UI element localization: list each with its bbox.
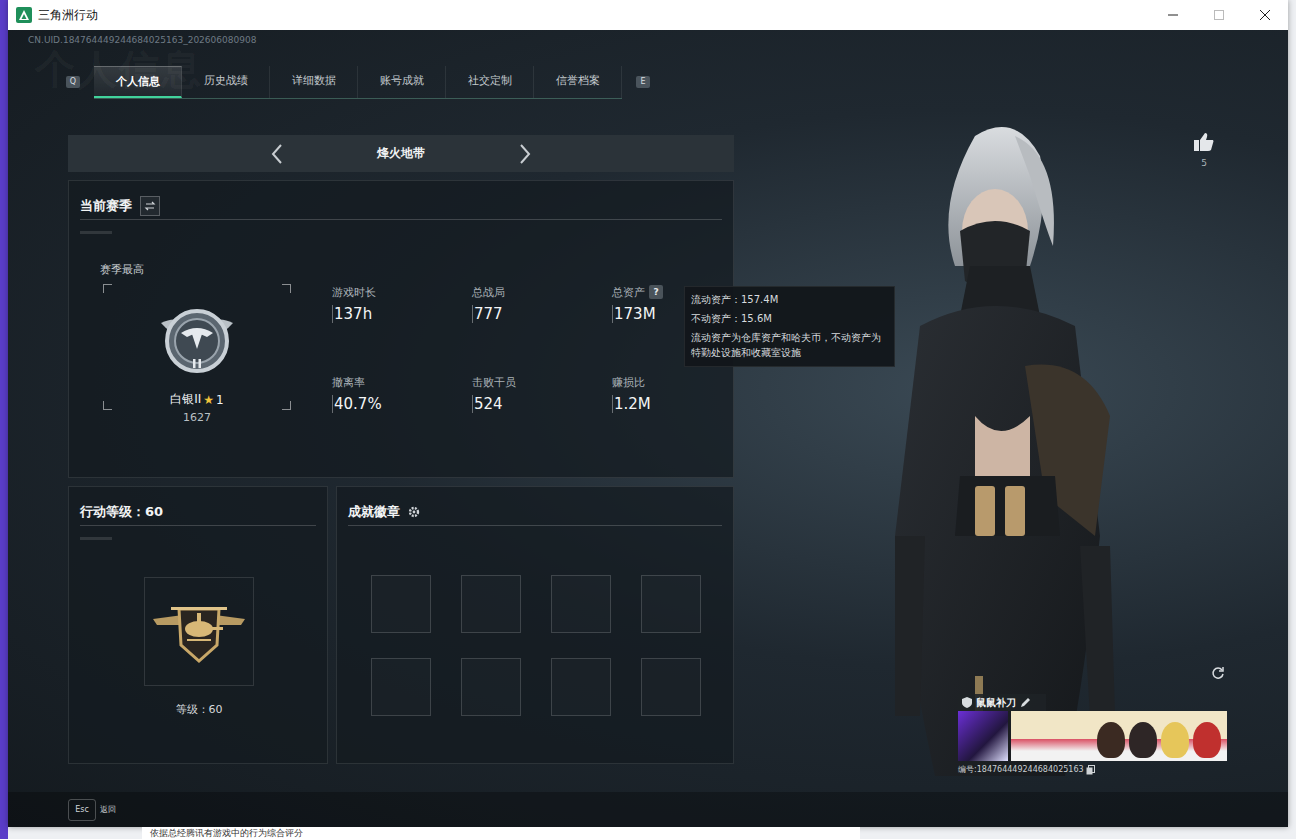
stat-label: 总战局 <box>472 284 612 300</box>
badge-slot[interactable] <box>371 575 431 633</box>
switch-button[interactable] <box>140 196 160 216</box>
tooltip-line: 流动资产为仓库资产和哈夫币，不动资产为特勤处设施和收藏室设施 <box>691 330 888 360</box>
level-badge <box>144 577 254 686</box>
swap-icon <box>144 200 156 212</box>
stat-value: 524 <box>472 395 612 413</box>
panel-title: 当前赛季 <box>80 197 132 215</box>
main-column: 烽火地带 当前赛季 赛季最高 白银II★1 1627 游戏时长 137h总战局 … <box>68 135 734 764</box>
stat-value: 137h <box>332 305 472 323</box>
level-panel: 行动等级：60 等级：60 <box>68 486 328 764</box>
banner-picture <box>1011 711 1227 761</box>
tooltip-line: 流动资产：157.4M <box>691 292 888 307</box>
mode-label: 烽火地带 <box>377 145 425 162</box>
prev-tab-key[interactable]: Q <box>66 76 80 88</box>
stat-item: 撤离率 40.7% <box>332 374 472 464</box>
avatar-picture <box>958 711 1008 761</box>
uid-label: CN.UID.184764449244684025163_20260608090… <box>8 30 1288 50</box>
badges-panel: 成就徽章 <box>336 486 734 764</box>
tab[interactable]: 详细数据 <box>270 66 358 98</box>
badge-slot[interactable] <box>461 658 521 716</box>
asset-tooltip: 流动资产：157.4M 不动资产：15.6M 流动资产为仓库资产和哈夫币，不动资产为… <box>684 286 895 367</box>
rank-name: 白银II★1 <box>170 391 223 408</box>
player-name-row: 鼠鼠补刀 <box>958 694 1046 711</box>
stat-label: 赚损比 <box>612 374 722 390</box>
tab[interactable]: 账号成就 <box>358 66 446 98</box>
panel-header: 行动等级：60 <box>80 499 316 526</box>
tooltip-line: 不动资产：15.6M <box>691 311 888 326</box>
window-title: 三角洲行动 <box>38 7 98 24</box>
stat-value: 40.7% <box>332 395 472 413</box>
decor-bar <box>80 537 112 540</box>
stat-item: 击败干员 524 <box>472 374 612 464</box>
tab[interactable]: 社交定制 <box>446 66 534 98</box>
copy-icon[interactable] <box>1086 765 1095 775</box>
badge-slot[interactable] <box>371 658 431 716</box>
stat-value: 777 <box>472 305 612 323</box>
thumbs-up-icon <box>1193 132 1215 152</box>
panel-title: 行动等级：60 <box>80 503 163 521</box>
chevron-left-icon[interactable] <box>269 142 285 166</box>
player-id: 编号:184764449244684025163 <box>958 764 1227 775</box>
stat-item: 赚损比 1.2M <box>612 374 722 464</box>
badge-slot[interactable] <box>641 658 701 716</box>
badge-slot[interactable] <box>551 658 611 716</box>
like-button[interactable]: 5 <box>1193 132 1215 168</box>
tab[interactable]: 个人信息 <box>94 66 182 98</box>
rank-points: 1627 <box>103 411 291 424</box>
shield-icon <box>962 697 972 708</box>
tab[interactable]: 历史战绩 <box>182 66 270 98</box>
stats-grid: 游戏时长 137h总战局 777总资产 ? 173M撤离率 40.7%击败干员 … <box>332 284 722 464</box>
player-name: 鼠鼠补刀 <box>976 696 1016 710</box>
gear-icon[interactable] <box>408 506 420 518</box>
back-label[interactable]: 返回 <box>100 804 116 815</box>
panel-header: 当前赛季 <box>80 193 722 220</box>
level-caption: 等级：60 <box>69 702 329 717</box>
stat-value: 1.2M <box>612 395 722 413</box>
maximize-icon[interactable] <box>1196 0 1242 30</box>
silver-rank-emblem-icon <box>157 301 237 377</box>
game-content: 个人信息 CN.UID.184764449244684025163_202606… <box>8 30 1288 827</box>
best-label: 赛季最高 <box>100 262 289 277</box>
card-banner <box>958 711 1227 761</box>
chevron-right-icon[interactable] <box>517 142 533 166</box>
decor-bar <box>80 231 112 234</box>
rank-frame: 白银II★1 <box>103 284 291 410</box>
game-window: 三角洲行动 个人信息 CN.UID.184764449244684025163_… <box>8 0 1288 827</box>
tab-bar: Q 个人信息历史战绩详细数据账号成就社交定制信誉档案 E <box>66 67 1288 97</box>
badge-slot[interactable] <box>641 575 701 633</box>
rank-block: 赛季最高 白银II★1 1627 <box>89 262 289 464</box>
player-card: 鼠鼠补刀 编号:184764449244684025163 <box>958 694 1227 775</box>
star-mark: ★ <box>203 393 214 407</box>
panel-title: 成就徽章 <box>348 503 400 521</box>
background-window: 依据总经腾讯有游戏中的行为综合评分 <box>142 827 860 839</box>
stat-label: 击败干员 <box>472 374 612 390</box>
season-panel: 当前赛季 赛季最高 白银II★1 1627 游戏时长 137h总战局 777总资… <box>68 180 734 478</box>
app-logo-icon <box>16 7 32 23</box>
footer-bar: Esc 返回 <box>8 792 1288 827</box>
mode-selector: 烽火地带 <box>68 135 734 172</box>
close-icon[interactable] <box>1242 0 1288 30</box>
stat-label: 游戏时长 <box>332 284 472 300</box>
tab[interactable]: 信誉档案 <box>534 66 622 98</box>
badge-slot[interactable] <box>461 575 521 633</box>
minimize-icon[interactable] <box>1150 0 1196 30</box>
refresh-icon[interactable] <box>1211 666 1225 680</box>
back-key[interactable]: Esc <box>68 799 96 821</box>
badge-slot[interactable] <box>551 575 611 633</box>
edit-icon[interactable] <box>1020 697 1031 708</box>
like-count: 5 <box>1201 158 1207 168</box>
next-tab-key[interactable]: E <box>636 76 650 88</box>
badge-grid <box>371 575 733 716</box>
stat-item: 总战局 777 <box>472 284 612 374</box>
help-button[interactable]: ? <box>649 285 663 299</box>
helicopter-badge-icon <box>151 595 247 669</box>
stat-item: 游戏时长 137h <box>332 284 472 374</box>
panel-header: 成就徽章 <box>348 499 722 526</box>
title-bar: 三角洲行动 <box>8 0 1288 30</box>
stat-label: 撤离率 <box>332 374 472 390</box>
